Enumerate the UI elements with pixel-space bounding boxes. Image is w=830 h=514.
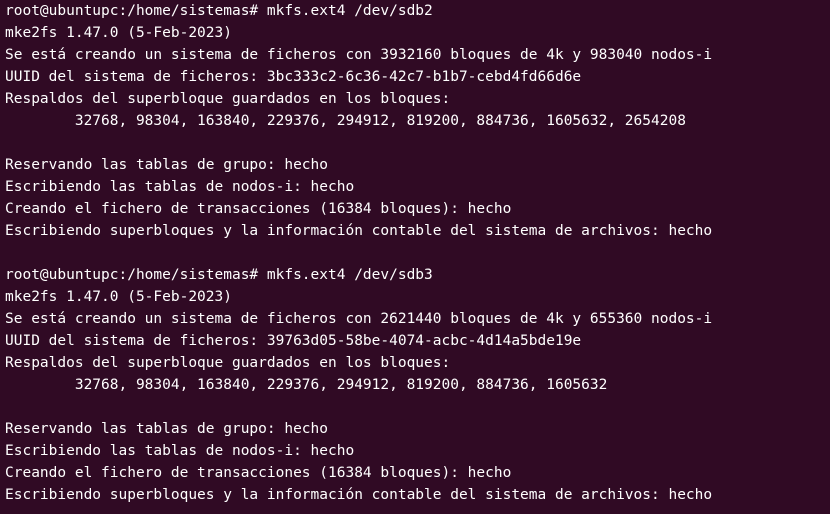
terminal-line: mke2fs 1.47.0 (5-Feb-2023)	[5, 289, 232, 305]
terminal-output[interactable]: root@ubuntupc:/home/sistemas# mkfs.ext4 …	[0, 0, 830, 514]
terminal-line: UUID del sistema de ficheros: 39763d05-5…	[5, 333, 582, 349]
terminal-line: Reservando las tablas de grupo: hecho	[5, 421, 329, 437]
terminal-line: 32768, 98304, 163840, 229376, 294912, 81…	[5, 377, 608, 393]
terminal-line: Se está creando un sistema de ficheros c…	[5, 47, 713, 63]
terminal-line: Creando el fichero de transacciones (163…	[5, 465, 512, 481]
terminal-line: Creando el fichero de transacciones (163…	[5, 201, 512, 217]
terminal-line: 32768, 98304, 163840, 229376, 294912, 81…	[5, 113, 686, 129]
terminal-line: mke2fs 1.47.0 (5-Feb-2023)	[5, 25, 232, 41]
terminal-line: Se está creando un sistema de ficheros c…	[5, 311, 713, 327]
terminal-line: Escribiendo las tablas de nodos-i: hecho	[5, 443, 355, 459]
terminal-line: Escribiendo superbloques y la informació…	[5, 223, 713, 239]
terminal-line: Escribiendo superbloques y la informació…	[5, 487, 713, 503]
terminal-line: root@ubuntupc:/home/sistemas# mkfs.ext4 …	[5, 3, 433, 19]
terminal-line: Escribiendo las tablas de nodos-i: hecho	[5, 179, 355, 195]
terminal-line: root@ubuntupc:/home/sistemas# mkfs.ext4 …	[5, 267, 433, 283]
terminal-line: Reservando las tablas de grupo: hecho	[5, 157, 329, 173]
terminal-line: Respaldos del superbloque guardados en l…	[5, 91, 451, 107]
terminal-line: UUID del sistema de ficheros: 3bc333c2-6…	[5, 69, 582, 85]
terminal-line: Respaldos del superbloque guardados en l…	[5, 355, 451, 371]
